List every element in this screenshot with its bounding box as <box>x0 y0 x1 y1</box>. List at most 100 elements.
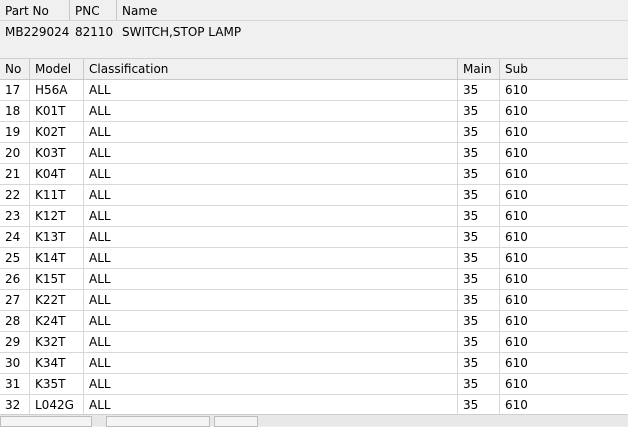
cell-model: K12T <box>30 206 84 226</box>
sub-column-header[interactable]: Sub <box>500 59 628 79</box>
cell-main: 35 <box>458 143 500 163</box>
cell-classification: ALL <box>84 290 458 310</box>
cell-sub: 610 <box>505 83 528 97</box>
cell-no: 24 <box>0 227 30 247</box>
cell-model: L042G <box>30 395 84 414</box>
cell-no: 23 <box>0 206 30 226</box>
part-no-column-header[interactable]: Part No <box>0 0 70 20</box>
scrollbar-segment[interactable] <box>106 416 210 427</box>
cell-classification: ALL <box>84 185 458 205</box>
cell-sub: 610 <box>505 188 528 202</box>
cell-sub: 610 <box>505 230 528 244</box>
horizontal-scrollbar[interactable] <box>0 414 628 427</box>
table-row[interactable]: 22 K11T ALL 35 610 <box>0 185 628 206</box>
cell-main: 35 <box>458 101 500 121</box>
table-row[interactable]: 25 K14T ALL 35 610 <box>0 248 628 269</box>
cell-classification: ALL <box>84 164 458 184</box>
cell-no: 21 <box>0 164 30 184</box>
cell-model: H56A <box>30 80 84 100</box>
cell-main: 35 <box>458 206 500 226</box>
cell-classification: ALL <box>84 248 458 268</box>
cell-sub: 610 <box>505 377 528 391</box>
cell-classification: ALL <box>84 311 458 331</box>
classification-column-header[interactable]: Classification <box>84 59 458 79</box>
no-column-header[interactable]: No <box>0 59 30 79</box>
cell-sub: 610 <box>505 146 528 160</box>
main-column-header[interactable]: Main <box>458 59 500 79</box>
table-header: No Model Classification Main Sub <box>0 59 628 80</box>
cell-no: 19 <box>0 122 30 142</box>
cell-classification: ALL <box>84 332 458 352</box>
pnc-column-header[interactable]: PNC <box>70 0 117 20</box>
part-info-row[interactable]: MB229024 82110 SWITCH,STOP LAMP <box>0 21 628 43</box>
cell-sub: 610 <box>505 356 528 370</box>
cell-main: 35 <box>458 248 500 268</box>
cell-model: K02T <box>30 122 84 142</box>
cell-main: 35 <box>458 164 500 184</box>
table-row[interactable]: 23 K12T ALL 35 610 <box>0 206 628 227</box>
cell-model: K35T <box>30 374 84 394</box>
table-row[interactable]: 28 K24T ALL 35 610 <box>0 311 628 332</box>
cell-model: K04T <box>30 164 84 184</box>
pnc-value: 82110 <box>75 25 114 39</box>
cell-main: 35 <box>458 395 500 414</box>
cell-no: 29 <box>0 332 30 352</box>
cell-sub: 610 <box>505 293 528 307</box>
cell-model: K32T <box>30 332 84 352</box>
cell-main: 35 <box>458 290 500 310</box>
table-body: 17 H56A ALL 35 610 18 K01T ALL 35 610 19 K02T ALL 35 6… <box>0 80 628 414</box>
cell-model: K03T <box>30 143 84 163</box>
table-row[interactable]: 29 K32T ALL 35 610 <box>0 332 628 353</box>
model-column-header[interactable]: Model <box>30 59 84 79</box>
cell-model: K11T <box>30 185 84 205</box>
cell-no: 22 <box>0 185 30 205</box>
cell-classification: ALL <box>84 374 458 394</box>
table-row[interactable]: 19 K02T ALL 35 610 <box>0 122 628 143</box>
cell-no: 17 <box>0 80 30 100</box>
cell-main: 35 <box>458 374 500 394</box>
table-row[interactable]: 31 K35T ALL 35 610 <box>0 374 628 395</box>
cell-no: 30 <box>0 353 30 373</box>
cell-model: K24T <box>30 311 84 331</box>
table-row[interactable]: 30 K34T ALL 35 610 <box>0 353 628 374</box>
part-no-value: MB229024 <box>5 25 70 39</box>
part-name-value: SWITCH,STOP LAMP <box>122 25 242 39</box>
table-row[interactable]: 18 K01T ALL 35 610 <box>0 101 628 122</box>
cell-classification: ALL <box>84 101 458 121</box>
cell-sub: 610 <box>505 335 528 349</box>
part-header-row: Part No PNC Name <box>0 0 628 21</box>
cell-main: 35 <box>458 311 500 331</box>
scrollbar-segment[interactable] <box>0 416 92 427</box>
cell-model: K15T <box>30 269 84 289</box>
cell-sub: 610 <box>505 272 528 286</box>
cell-sub: 610 <box>505 314 528 328</box>
table-row[interactable]: 32 L042G ALL 35 610 <box>0 395 628 414</box>
table-row[interactable]: 17 H56A ALL 35 610 <box>0 80 628 101</box>
cell-main: 35 <box>458 227 500 247</box>
model-table: No Model Classification Main Sub 17 H56A A… <box>0 58 628 414</box>
cell-sub: 610 <box>505 209 528 223</box>
cell-model: K14T <box>30 248 84 268</box>
cell-no: 18 <box>0 101 30 121</box>
separator <box>0 43 628 58</box>
scrollbar-segment[interactable] <box>214 416 258 427</box>
table-row[interactable]: 21 K04T ALL 35 610 <box>0 164 628 185</box>
cell-sub: 610 <box>505 167 528 181</box>
cell-classification: ALL <box>84 122 458 142</box>
cell-classification: ALL <box>84 227 458 247</box>
cell-model: K01T <box>30 101 84 121</box>
table-row[interactable]: 24 K13T ALL 35 610 <box>0 227 628 248</box>
cell-main: 35 <box>458 332 500 352</box>
table-row[interactable]: 27 K22T ALL 35 610 <box>0 290 628 311</box>
cell-no: 26 <box>0 269 30 289</box>
cell-no: 31 <box>0 374 30 394</box>
table-row[interactable]: 20 K03T ALL 35 610 <box>0 143 628 164</box>
name-column-header[interactable]: Name <box>117 0 628 20</box>
cell-no: 25 <box>0 248 30 268</box>
cell-no: 27 <box>0 290 30 310</box>
cell-main: 35 <box>458 80 500 100</box>
cell-sub: 610 <box>505 398 528 412</box>
table-row[interactable]: 26 K15T ALL 35 610 <box>0 269 628 290</box>
cell-main: 35 <box>458 185 500 205</box>
cell-no: 32 <box>0 395 30 414</box>
